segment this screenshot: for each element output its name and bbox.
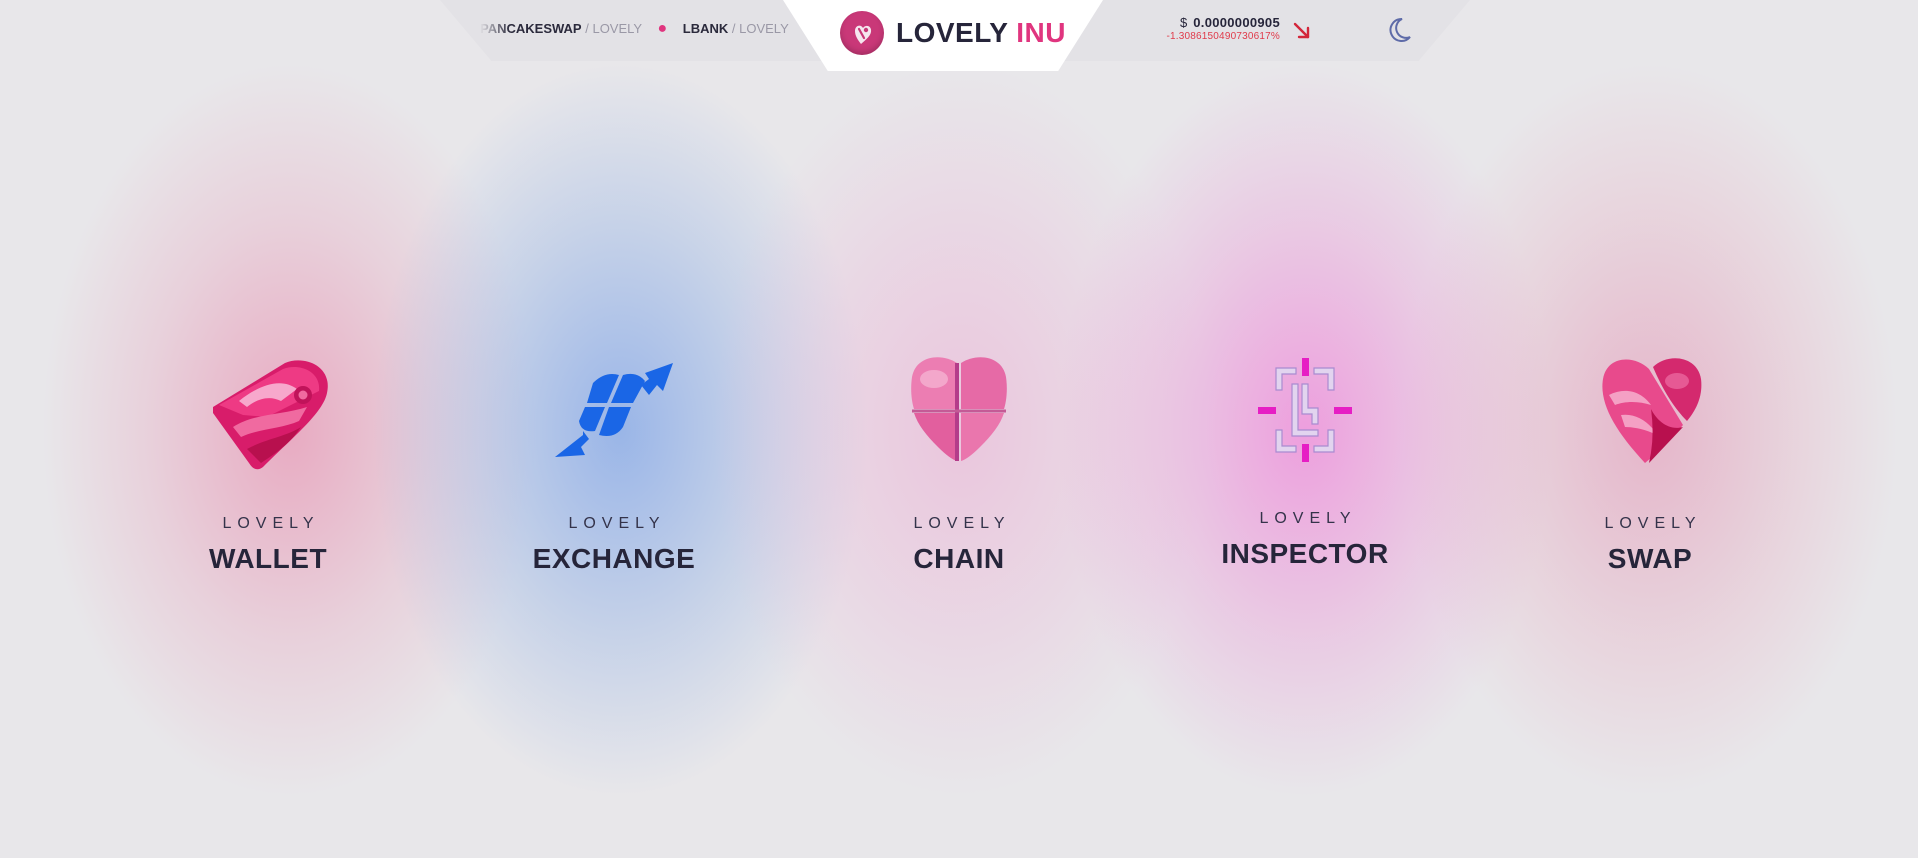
product-name: CHAIN <box>913 543 1005 574</box>
product-exchange[interactable]: LOVELY EXCHANGE <box>484 355 744 575</box>
top-bar: PANCAKESWAP / LOVELY ● LBANK / LOVELY ● … <box>440 0 1470 71</box>
brand-name-part1: LOVELY <box>896 17 1008 48</box>
arrow-down-right-icon <box>1290 19 1314 43</box>
product-name: INSPECTOR <box>1221 538 1389 569</box>
brand-name-part2: INU <box>1016 17 1066 48</box>
product-inspector[interactable]: LOVELY INSPECTOR <box>1175 350 1435 570</box>
brand-logo-link[interactable]: LOVELY INU <box>840 10 1066 56</box>
product-swap[interactable]: LOVELY SWAP <box>1520 355 1780 575</box>
product-name: EXCHANGE <box>532 543 696 574</box>
exchange-arrows-icon <box>555 363 673 457</box>
product-name: WALLET <box>208 543 328 574</box>
inspector-target-icon <box>1258 358 1352 462</box>
price-currency: $ <box>1180 15 1188 30</box>
product-prefix: LOVELY <box>568 515 666 532</box>
wallet-heart-icon <box>213 360 328 470</box>
ticker-pair: / LOVELY <box>731 21 789 36</box>
ticker-fade <box>480 20 510 40</box>
ticker-item[interactable]: LBANK / LOVELY <box>683 21 792 36</box>
product-name: SWAP <box>1607 543 1693 574</box>
swap-heart-icon <box>1602 358 1702 463</box>
token-price: $0.0000000905 -1.3086150490730617% <box>1135 15 1280 42</box>
lovely-logo-icon <box>840 11 884 55</box>
product-prefix: LOVELY <box>913 515 1011 532</box>
product-wallet[interactable]: LOVELY WALLET <box>138 355 398 575</box>
brand-name: LOVELY INU <box>896 17 1066 49</box>
ticker-exchange: LBANK <box>682 21 729 36</box>
price-value: 0.0000000905 <box>1193 15 1280 30</box>
ticker-separator: ● <box>657 20 668 37</box>
product-prefix: LOVELY <box>1259 510 1357 527</box>
product-prefix: LOVELY <box>222 515 320 532</box>
ticker-pair: / LOVELY <box>585 21 642 36</box>
price-change: -1.3086150490730617% <box>1166 31 1280 42</box>
moon-icon[interactable] <box>1384 15 1414 45</box>
chain-heart-icon <box>911 357 1007 461</box>
product-prefix: LOVELY <box>1604 515 1702 532</box>
product-chain[interactable]: LOVELY CHAIN <box>829 355 1089 575</box>
